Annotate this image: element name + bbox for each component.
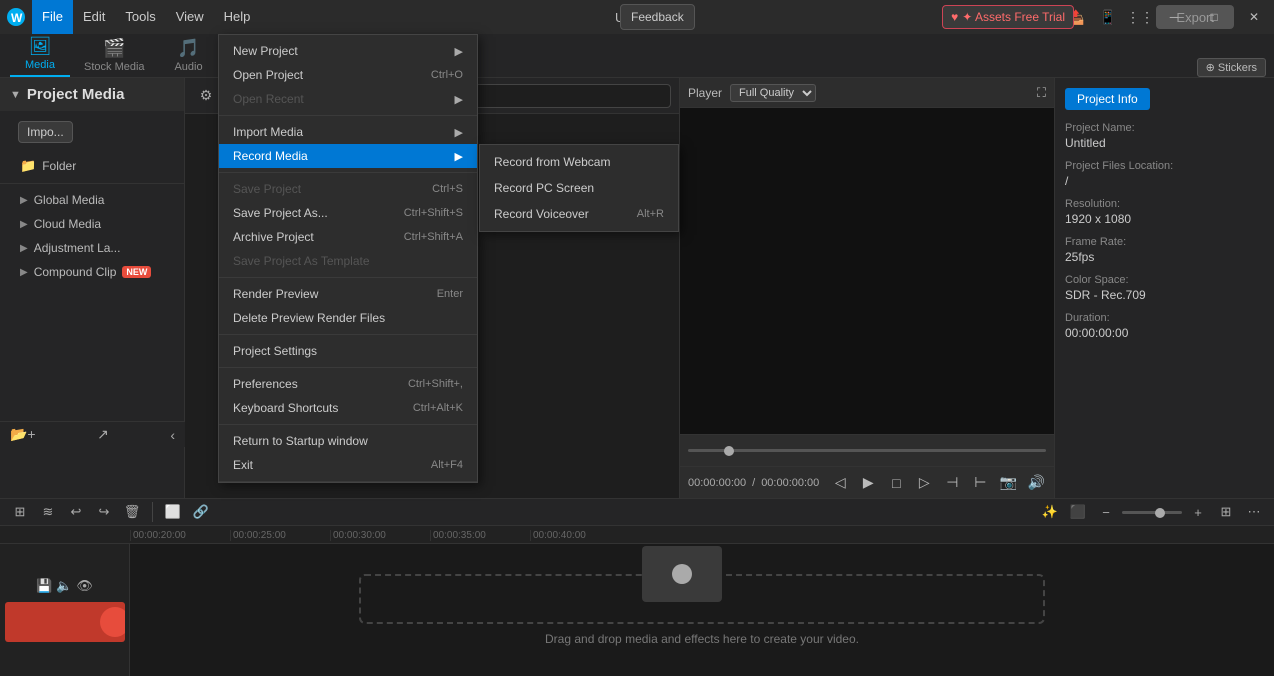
preferences-label: Preferences: [233, 377, 298, 391]
render-preview-shortcut: Enter: [437, 288, 463, 300]
screen-label: Record PC Screen: [494, 181, 594, 195]
menu-help[interactable]: Help: [214, 0, 261, 34]
save-project-label: Save Project: [233, 182, 301, 196]
maximize-button[interactable]: □: [1194, 0, 1234, 34]
delete-preview-label: Delete Preview Render Files: [233, 311, 385, 325]
submenu-screen[interactable]: Record PC Screen: [480, 175, 678, 201]
save-project-shortcut: Ctrl+S: [432, 183, 463, 195]
file-menu-section-6: Preferences Ctrl+Shift+, Keyboard Shortc…: [219, 368, 477, 425]
menu-preferences[interactable]: Preferences Ctrl+Shift+,: [219, 372, 477, 396]
svg-text:W: W: [11, 11, 23, 25]
file-menu-section-2: Import Media ▶ Record Media ▶ Record fro…: [219, 116, 477, 173]
menu-archive-project[interactable]: Archive Project Ctrl+Shift+A: [219, 225, 477, 249]
menu-save-project: Save Project Ctrl+S: [219, 177, 477, 201]
menu-file[interactable]: File: [32, 0, 73, 34]
file-menu-section-7: Return to Startup window Exit Alt+F4: [219, 425, 477, 482]
menu-keyboard-shortcuts[interactable]: Keyboard Shortcuts Ctrl+Alt+K: [219, 396, 477, 420]
return-startup-label: Return to Startup window: [233, 434, 368, 448]
menu-render-preview[interactable]: Render Preview Enter: [219, 282, 477, 306]
submenu-webcam[interactable]: Record from Webcam: [480, 149, 678, 175]
menu-exit[interactable]: Exit Alt+F4: [219, 453, 477, 477]
menu-bar: File Edit Tools View Help: [32, 0, 260, 34]
archive-project-label: Archive Project: [233, 230, 314, 244]
keyboard-shortcuts-label: Keyboard Shortcuts: [233, 401, 338, 415]
menu-open-recent[interactable]: Open Recent ▶: [219, 87, 477, 111]
webcam-label: Record from Webcam: [494, 155, 610, 169]
open-project-shortcut: Ctrl+O: [431, 69, 463, 81]
menu-record-media[interactable]: Record Media ▶ Record from Webcam Record…: [219, 144, 477, 168]
import-media-arrow: ▶: [455, 126, 463, 139]
grid-icon[interactable]: ⋮⋮: [1126, 3, 1154, 31]
feedback-button[interactable]: Feedback: [620, 4, 695, 30]
exit-label: Exit: [233, 458, 253, 472]
new-project-arrow: ▶: [455, 45, 463, 58]
menu-edit[interactable]: Edit: [73, 0, 115, 34]
assets-icon: ♥: [951, 10, 958, 24]
minimize-button[interactable]: ─: [1154, 0, 1194, 34]
open-project-label: Open Project: [233, 68, 303, 82]
menu-open-project[interactable]: Open Project Ctrl+O: [219, 63, 477, 87]
file-menu-overlay[interactable]: New Project ▶ Open Project Ctrl+O Open R…: [0, 34, 1274, 632]
menu-view[interactable]: View: [166, 0, 214, 34]
archive-project-shortcut: Ctrl+Shift+A: [404, 231, 463, 243]
save-project-as-shortcut: Ctrl+Shift+S: [404, 207, 463, 219]
submenu-voiceover[interactable]: Record Voiceover Alt+R: [480, 201, 678, 227]
record-submenu: Record from Webcam Record PC Screen Reco…: [479, 144, 679, 232]
voiceover-label: Record Voiceover: [494, 207, 589, 221]
new-project-label: New Project: [233, 44, 298, 58]
render-preview-label: Render Preview: [233, 287, 318, 301]
menu-save-project-as[interactable]: Save Project As... Ctrl+Shift+S: [219, 201, 477, 225]
save-template-label: Save Project As Template: [233, 254, 370, 268]
app-logo: W: [0, 0, 32, 34]
menu-import-media[interactable]: Import Media ▶: [219, 120, 477, 144]
preferences-shortcut: Ctrl+Shift+,: [408, 378, 463, 390]
file-menu-section-1: New Project ▶ Open Project Ctrl+O Open R…: [219, 35, 477, 116]
project-settings-label: Project Settings: [233, 344, 317, 358]
menu-project-settings[interactable]: Project Settings: [219, 339, 477, 363]
keyboard-shortcuts-shortcut: Ctrl+Alt+K: [413, 402, 463, 414]
menu-return-startup[interactable]: Return to Startup window: [219, 429, 477, 453]
menu-new-project[interactable]: New Project ▶: [219, 39, 477, 63]
file-menu-section-5: Project Settings: [219, 335, 477, 368]
phone-icon[interactable]: 📱: [1094, 3, 1122, 31]
record-media-label: Record Media: [233, 149, 308, 163]
record-media-arrow: ▶: [455, 150, 463, 163]
file-menu-section-4: Render Preview Enter Delete Preview Rend…: [219, 278, 477, 335]
file-menu-section-3: Save Project Ctrl+S Save Project As... C…: [219, 173, 477, 278]
assets-button[interactable]: ♥ ✦ Assets Free Trial: [942, 5, 1074, 29]
voiceover-shortcut: Alt+R: [637, 208, 664, 220]
save-project-as-label: Save Project As...: [233, 206, 328, 220]
menu-save-template: Save Project As Template: [219, 249, 477, 273]
open-recent-label: Open Recent: [233, 92, 304, 106]
file-menu: New Project ▶ Open Project Ctrl+O Open R…: [218, 34, 478, 483]
close-button[interactable]: ✕: [1234, 0, 1274, 34]
open-recent-arrow: ▶: [455, 93, 463, 106]
title-bar: W File Edit Tools View Help Untitled Fee…: [0, 0, 1274, 34]
menu-tools[interactable]: Tools: [115, 0, 165, 34]
window-controls: ─ □ ✕: [1154, 0, 1274, 34]
drag-drop-text: Drag and drop media and effects here to …: [545, 632, 859, 646]
import-media-label: Import Media: [233, 125, 303, 139]
menu-delete-preview[interactable]: Delete Preview Render Files: [219, 306, 477, 330]
exit-shortcut: Alt+F4: [431, 459, 463, 471]
